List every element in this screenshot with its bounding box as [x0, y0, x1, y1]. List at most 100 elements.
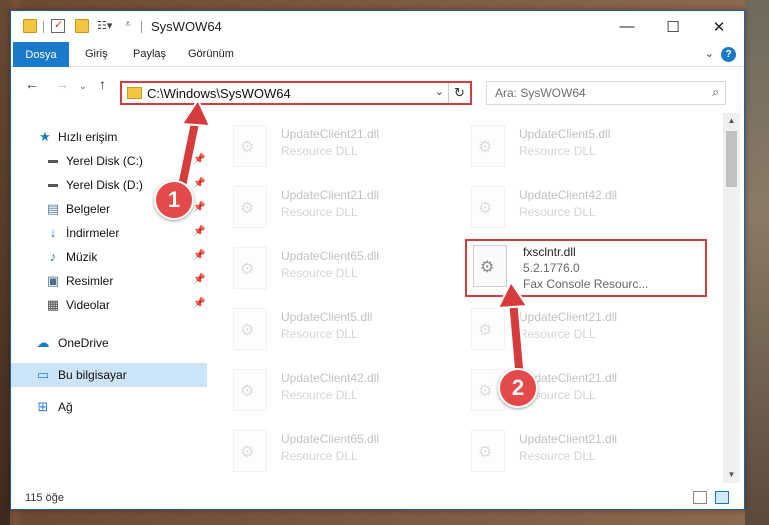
nav-item-downloads[interactable]: ↓ İndirmeler 📌 [11, 221, 207, 245]
nav-label: OneDrive [58, 336, 109, 350]
file-item[interactable]: ⚙ UpdateClient21.dll Resource DLL [225, 117, 455, 173]
gear-icon: ⚙ [240, 200, 255, 217]
nav-label: Hızlı erişim [58, 130, 118, 144]
tab-home[interactable]: Giriş [85, 42, 108, 67]
pictures-icon: ▣ [46, 273, 60, 288]
file-name: UpdateClient21.dll [519, 310, 618, 324]
pin-icon[interactable]: 📌 [193, 274, 205, 285]
ribbon-tabs: Dosya Giriş Paylaş Görünüm ⌄ ? [11, 42, 744, 67]
file-name: UpdateClient42.dll [281, 371, 380, 385]
nav-label: Müzik [66, 250, 98, 264]
file-name: UpdateClient5.dll [281, 310, 373, 324]
nav-label: İndirmeler [66, 226, 120, 240]
file-item[interactable]: ⚙ UpdateClient21.dll Resource DLL [463, 300, 693, 356]
up-arrow-icon[interactable]: ↑ [99, 76, 106, 92]
pin-icon[interactable]: 📌 [193, 298, 205, 309]
drive-icon: ▬ [48, 155, 58, 166]
file-type: Resource DLL [281, 449, 358, 463]
address-path[interactable]: C:\Windows\SysWOW64 [147, 86, 291, 101]
gear-icon: ⚙ [478, 444, 493, 461]
details-view-icon[interactable] [693, 491, 707, 504]
nav-item-videos[interactable]: ▦ Videolar 📌 [11, 293, 207, 317]
gear-icon: ⚙ [240, 383, 255, 400]
nav-item-pictures[interactable]: ▣ Resimler 📌 [11, 269, 207, 293]
dll-file-icon: ⚙ [233, 308, 267, 350]
file-item[interactable]: ⚙ UpdateClient42.dll Resource DLL [463, 178, 693, 234]
scrollbar-thumb[interactable] [726, 131, 737, 187]
file-item[interactable]: ⚙ UpdateClient21.dll Resource DLL [225, 178, 455, 234]
address-dropdown-chevron-icon[interactable]: ⌄ [435, 85, 444, 98]
nav-label: Bu bilgisayar [58, 368, 127, 382]
gear-icon: ⚙ [240, 322, 255, 339]
file-item[interactable]: ⚙ UpdateClient5.dll Resource DLL [463, 117, 693, 173]
nav-label: Ağ [58, 400, 73, 414]
scroll-up-arrow-icon[interactable]: ▲ [723, 113, 740, 129]
expand-ribbon-chevron-icon[interactable]: ⌄ [705, 47, 714, 60]
file-item[interactable]: ⚙ UpdateClient42.dll Resource DLL [225, 361, 455, 417]
maximize-button[interactable]: ☐ [650, 11, 696, 42]
cloud-icon: ☁ [36, 335, 50, 350]
step-1-badge: 1 [154, 180, 194, 220]
address-bar[interactable]: C:\Windows\SysWOW64 ⌄ ↻ [120, 81, 472, 105]
dll-file-icon: ⚙ [233, 186, 267, 228]
pin-icon[interactable]: 📌 [193, 178, 205, 189]
forward-arrow-icon[interactable]: → [55, 76, 69, 92]
nav-item-music[interactable]: ♪ Müzik 📌 [11, 245, 207, 269]
file-item[interactable]: ⚙ UpdateClient65.dll Resource DLL [225, 239, 455, 295]
gear-icon: ⚙ [240, 444, 255, 461]
file-list: ⚙ UpdateClient21.dll Resource DLL ⚙ Upda… [225, 111, 720, 476]
pin-icon[interactable]: 📌 [193, 202, 205, 213]
folder-icon [127, 87, 142, 99]
file-name: UpdateClient5.dll [519, 127, 611, 141]
nav-onedrive[interactable]: ☁ OneDrive [11, 331, 207, 355]
file-item[interactable]: ⚙ UpdateClient21.dll Resource DLL [463, 422, 693, 476]
properties-icon[interactable]: ✓ [51, 19, 65, 33]
recent-locations-chevron-icon[interactable]: ⌄ [79, 81, 87, 92]
pin-icon[interactable]: 📌 [193, 154, 205, 165]
view-options-icon[interactable]: ☷▾ [97, 19, 112, 33]
file-name: UpdateClient21.dll [281, 127, 380, 141]
help-icon[interactable]: ? [721, 47, 736, 62]
dll-file-icon: ⚙ [233, 430, 267, 472]
tab-file[interactable]: Dosya [13, 42, 69, 67]
customize-toolbar-chevron-icon[interactable]: ⩡ [125, 19, 139, 33]
file-type: Resource DLL [281, 205, 358, 219]
back-arrow-icon[interactable]: ← [25, 76, 39, 92]
nav-network[interactable]: ⊞ Ağ [11, 395, 207, 419]
scroll-down-arrow-icon[interactable]: ▼ [723, 467, 740, 483]
dll-file-icon: ⚙ [471, 186, 505, 228]
drive-icon: ▬ [48, 179, 58, 190]
nav-item-drive-c[interactable]: ▬ Yerel Disk (C:) 📌 [11, 149, 207, 173]
step-2-badge: 2 [498, 368, 538, 408]
navigation-pane: ★ Hızlı erişim ▬ Yerel Disk (C:) 📌 ▬ Yer… [11, 113, 207, 483]
tab-share[interactable]: Paylaş [133, 42, 166, 67]
file-type: Resource DLL [519, 205, 596, 219]
file-item[interactable]: ⚙ UpdateClient5.dll Resource DLL [225, 300, 455, 356]
refresh-icon[interactable]: ↻ [448, 83, 470, 103]
minimize-button[interactable]: — [604, 11, 650, 42]
close-button[interactable]: ✕ [696, 11, 742, 42]
file-name: fxsclntr.dll [523, 245, 576, 259]
nav-quick-access[interactable]: ★ Hızlı erişim [11, 125, 207, 149]
pin-icon[interactable]: 📌 [193, 250, 205, 261]
dll-file-icon: ⚙ [471, 430, 505, 472]
search-input[interactable]: Ara: SysWOW64 ⌕ [486, 81, 726, 105]
music-icon: ♪ [49, 249, 57, 264]
navigation-bar: ← → ⌄ ↑ C:\Windows\SysWOW64 ⌄ ↻ Ara: Sys… [11, 68, 744, 105]
search-placeholder: Ara: SysWOW64 [495, 86, 586, 100]
file-type: Resource DLL [281, 266, 358, 280]
vertical-scrollbar[interactable]: ▲ ▼ [723, 113, 740, 483]
pin-icon[interactable]: 📌 [193, 226, 205, 237]
nav-this-pc[interactable]: ▭ Bu bilgisayar [11, 363, 207, 387]
file-description: Fax Console Resourc... [523, 277, 649, 291]
search-icon[interactable]: ⌕ [712, 85, 719, 100]
new-folder-icon[interactable] [75, 19, 89, 33]
file-type: Resource DLL [519, 144, 596, 158]
file-item[interactable]: ⚙ UpdateClient65.dll Resource DLL [225, 422, 455, 476]
desktop-background-right [745, 0, 769, 525]
highlighted-file-item[interactable]: ⚙ fxsclntr.dll 5.2.1776.0 Fax Console Re… [465, 239, 707, 297]
file-name: UpdateClient21.dll [519, 432, 618, 446]
tab-view[interactable]: Görünüm [188, 42, 234, 67]
large-icons-view-icon[interactable] [715, 491, 729, 504]
gear-icon: ⚙ [478, 383, 493, 400]
